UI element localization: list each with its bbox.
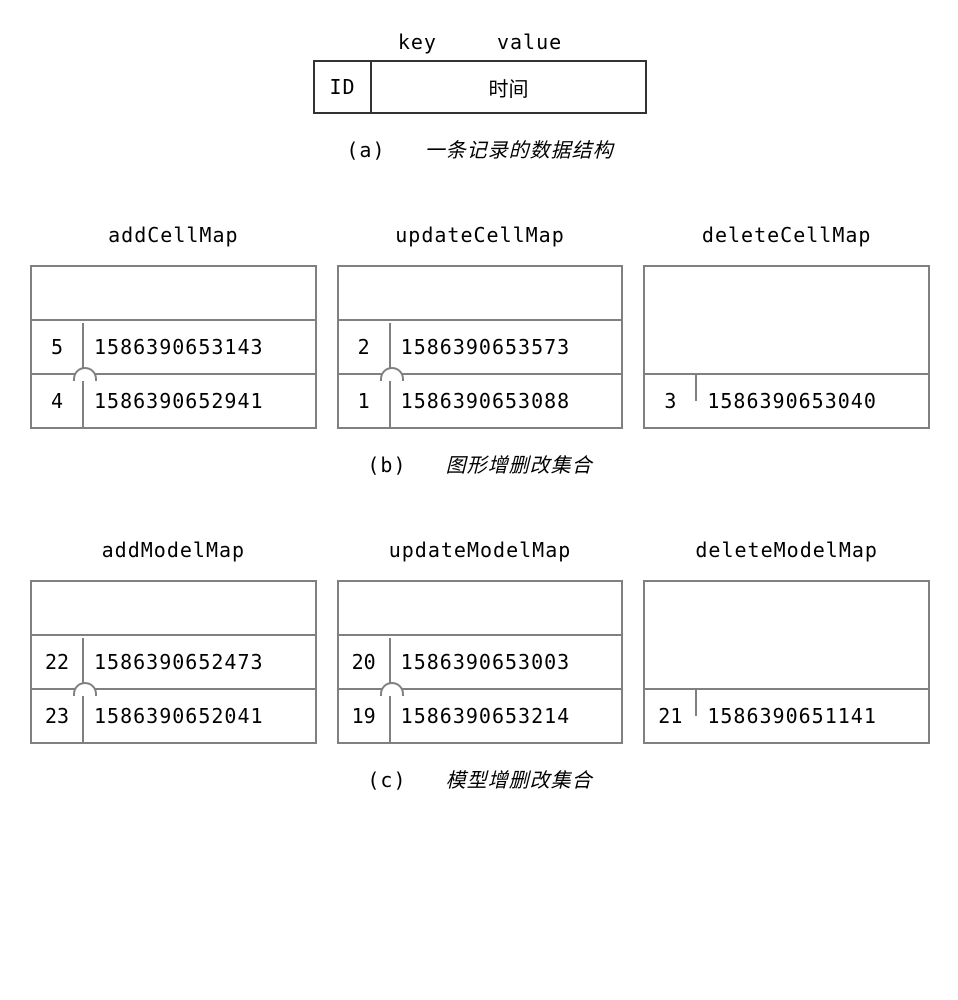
column-divider: [695, 375, 697, 401]
record-box: ID 时间: [313, 60, 647, 114]
map-entry: 1 1586390653088: [339, 373, 622, 427]
delete-cell-map-col: deleteCellMap 3 1586390653040: [643, 223, 930, 429]
entry-ts: 1586390653040: [695, 375, 928, 427]
map-entry: 2 1586390653573: [339, 319, 622, 373]
record-id-cell: ID: [315, 62, 372, 112]
entry-ts: 1586390651141: [695, 690, 928, 742]
delete-model-map-box: 21 1586390651141: [643, 580, 930, 744]
entry-ts: 1586390653003: [389, 636, 622, 688]
delete-cell-map-title: deleteCellMap: [643, 223, 930, 247]
map-entry: 19 1586390653214: [339, 688, 622, 742]
map-entry: 20 1586390653003: [339, 634, 622, 688]
map-entry: 22 1586390652473: [32, 634, 315, 688]
entry-ts: 1586390653143: [82, 321, 315, 373]
map-entry: 23 1586390652041: [32, 688, 315, 742]
caption-b-text: 图形增删改集合: [446, 453, 593, 477]
add-cell-map-col: addCellMap 5 1586390653143 4 15863906529…: [30, 223, 317, 429]
add-model-map-col: addModelMap 22 1586390652473 23 15863906…: [30, 538, 317, 744]
entry-id: 5: [32, 321, 82, 373]
section-a: key value ID 时间 (a) 一条记录的数据结构: [30, 30, 930, 163]
entry-id: 20: [339, 636, 389, 688]
entry-ts: 1586390653573: [389, 321, 622, 373]
entry-id: 2: [339, 321, 389, 373]
update-cell-map-box: 2 1586390653573 1 1586390653088: [337, 265, 624, 429]
entry-id: 3: [645, 375, 695, 427]
entry-ts: 1586390652941: [82, 375, 315, 427]
add-model-map-title: addModelMap: [30, 538, 317, 562]
update-cell-map-col: updateCellMap 2 1586390653573 1 15863906…: [337, 223, 624, 429]
value-label: value: [497, 30, 562, 54]
map-entry: 3 1586390653040: [645, 373, 928, 427]
delete-cell-map-box: 3 1586390653040: [643, 265, 930, 429]
delete-model-map-col: deleteModelMap 21 1586390651141: [643, 538, 930, 744]
update-model-map-box: 20 1586390653003 19 1586390653214: [337, 580, 624, 744]
map-entry: 5 1586390653143: [32, 319, 315, 373]
map-entry: 4 1586390652941: [32, 373, 315, 427]
update-model-map-title: updateModelMap: [337, 538, 624, 562]
entry-ts: 1586390652473: [82, 636, 315, 688]
key-label: key: [398, 30, 437, 54]
caption-c-prefix: (c): [367, 768, 406, 792]
entry-id: 23: [32, 690, 82, 742]
section-a-caption: (a) 一条记录的数据结构: [30, 134, 930, 163]
column-divider: [695, 690, 697, 716]
record-value-cell: 时间: [372, 62, 645, 112]
entry-id: 22: [32, 636, 82, 688]
add-cell-map-title: addCellMap: [30, 223, 317, 247]
section-c-caption: (c) 模型增删改集合: [30, 764, 930, 793]
section-b-caption: (b) 图形增删改集合: [30, 449, 930, 478]
entry-ts: 1586390652041: [82, 690, 315, 742]
caption-a-prefix: (a): [346, 138, 385, 162]
entry-id: 21: [645, 690, 695, 742]
section-b-row: addCellMap 5 1586390653143 4 15863906529…: [30, 223, 930, 429]
section-c-row: addModelMap 22 1586390652473 23 15863906…: [30, 538, 930, 744]
caption-a-text: 一条记录的数据结构: [425, 138, 614, 162]
entry-ts: 1586390653088: [389, 375, 622, 427]
map-entry: 21 1586390651141: [645, 688, 928, 742]
delete-model-map-title: deleteModelMap: [643, 538, 930, 562]
add-model-map-box: 22 1586390652473 23 1586390652041: [30, 580, 317, 744]
update-cell-map-title: updateCellMap: [337, 223, 624, 247]
entry-id: 4: [32, 375, 82, 427]
kv-header: key value: [30, 30, 930, 54]
entry-id: 1: [339, 375, 389, 427]
entry-ts: 1586390653214: [389, 690, 622, 742]
caption-c-text: 模型增删改集合: [446, 768, 593, 792]
diagram-root: key value ID 时间 (a) 一条记录的数据结构 addCellMap…: [30, 30, 930, 793]
update-model-map-col: updateModelMap 20 1586390653003 19 15863…: [337, 538, 624, 744]
add-cell-map-box: 5 1586390653143 4 1586390652941: [30, 265, 317, 429]
entry-id: 19: [339, 690, 389, 742]
caption-b-prefix: (b): [367, 453, 406, 477]
